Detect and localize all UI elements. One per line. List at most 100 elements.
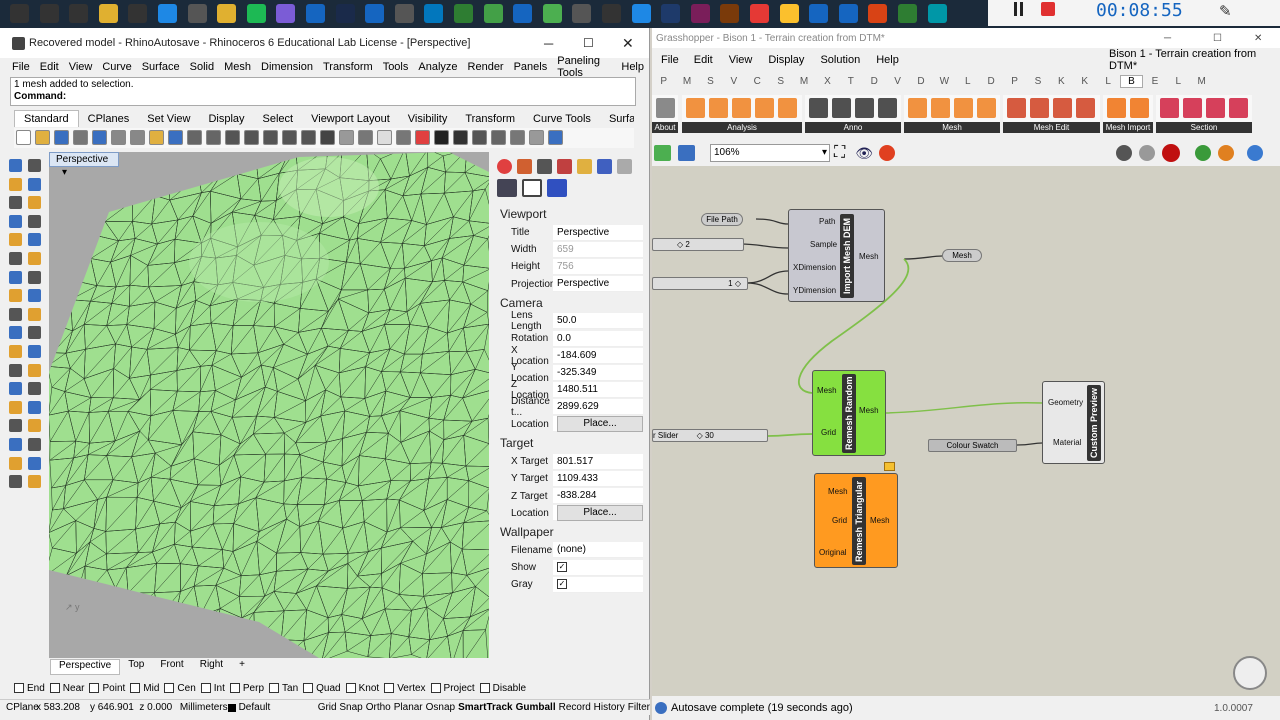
osnap-tan[interactable]: Tan [269,683,298,697]
prop-value[interactable]: 801.517 [553,453,643,470]
search-icon[interactable] [39,4,59,23]
tab-cplanes[interactable]: CPlanes [79,111,139,127]
folder-icon[interactable] [217,4,237,23]
gh-tab-5[interactable]: S [769,76,792,87]
number-slider-b[interactable]: 1 ◇ [652,277,748,290]
rectangle-icon[interactable] [28,214,41,228]
menu-view[interactable]: View [64,61,98,73]
osnap-project[interactable]: Project [430,683,475,697]
paste-icon[interactable] [149,130,164,145]
component-icon[interactable] [1030,98,1049,118]
gh-tab-12[interactable]: W [933,76,956,87]
menu-transform[interactable]: Transform [318,61,378,73]
tab-select[interactable]: Select [254,111,303,127]
app-icon-3[interactable] [513,4,533,23]
settings-icon[interactable] [394,4,414,23]
gh-tab-21[interactable]: E [1143,76,1166,87]
osnap-mid[interactable]: Mid [130,683,159,697]
fillet-icon[interactable] [28,326,41,340]
component-icon[interactable] [809,98,828,118]
ribbon-group-mesh[interactable]: Mesh [904,95,1000,133]
grasshopper-icon[interactable] [602,4,621,23]
app-icon-2[interactable] [483,4,503,23]
minimize-icon[interactable]: ─ [544,36,553,51]
gh-close-icon[interactable]: ✕ [1254,33,1262,44]
colour-swatch-param[interactable]: Colour Swatch [928,439,1017,452]
view-tab-right[interactable]: Right [192,659,231,675]
gh-canvas[interactable]: File Path ◇ 2 1 ◇ Path Sample XDimension… [652,166,1280,696]
selected-preview-icon[interactable] [1194,145,1211,161]
globe-icon[interactable] [1246,145,1263,161]
zoom-extents-icon[interactable] [263,130,278,145]
ribbon-group-mesh-import[interactable]: Mesh Import [1103,95,1153,133]
ribbon-group-analysis[interactable]: Analysis [682,95,802,133]
rotate-icon[interactable] [28,382,41,396]
powerpoint-icon[interactable] [868,4,888,23]
environment-icon[interactable] [491,130,506,145]
named-views-icon[interactable] [547,179,568,197]
properties-icon[interactable] [339,130,354,145]
object-icon[interactable] [537,159,553,174]
component-icon[interactable] [832,98,851,118]
component-icon[interactable] [732,98,751,118]
menu-paneling-tools[interactable]: Paneling Tools [552,55,616,79]
boolean-icon[interactable] [9,326,22,340]
stop-icon[interactable] [1041,2,1055,16]
print-icon[interactable] [73,130,88,145]
gh-tab-2[interactable]: S [699,76,722,87]
save-file-icon[interactable] [678,145,695,161]
folder-icon[interactable] [577,159,593,174]
gh-tab-10[interactable]: V [886,76,909,87]
component-icon[interactable] [686,98,705,118]
polygon-icon[interactable] [9,233,22,247]
perspective-viewport[interactable]: Perspective ▾ ↗ y [49,152,489,658]
place-button[interactable]: Place... [557,505,643,522]
add-view-tab-button[interactable]: + [231,659,253,675]
array-icon[interactable] [9,419,22,433]
osnap-near[interactable]: Near [49,683,84,697]
prop-value[interactable]: -184.609 [553,347,643,364]
tab-viewport-layout[interactable]: Viewport Layout [302,111,399,127]
ribbon-group-section[interactable]: Section [1156,95,1252,133]
ribbon-group-mesh-edit[interactable]: Mesh Edit [1003,95,1100,133]
icon-Q[interactable] [454,4,473,23]
mirror-icon[interactable] [28,400,41,414]
render-icon[interactable] [434,130,449,145]
component-icon[interactable] [954,98,973,118]
maximize-icon[interactable]: ☐ [583,36,594,50]
prop-value[interactable]: Perspective [553,224,643,241]
gh-menu-file[interactable]: File [652,54,686,66]
menu-surface[interactable]: Surface [137,61,185,73]
spotify-icon[interactable] [246,4,266,23]
menu-edit[interactable]: Edit [35,61,64,73]
gh-tab-7[interactable]: X [816,76,839,87]
material-icon[interactable] [517,159,533,174]
menu-tools[interactable]: Tools [378,61,414,73]
toggle-planar[interactable]: Planar [394,702,423,713]
line-icon[interactable] [9,177,22,191]
gh-tab-16[interactable]: S [1026,76,1049,87]
component-icon[interactable] [1229,98,1248,118]
view-tab-top[interactable]: Top [120,659,152,675]
prop-value[interactable]: (none) [553,542,643,559]
tab-display[interactable]: Display [199,111,253,127]
youtube-icon[interactable] [750,4,769,23]
sphere-icon[interactable] [453,130,468,145]
render-icon[interactable] [9,475,22,489]
wireframe-icon[interactable] [1138,145,1155,161]
prop-checkbox[interactable]: ✓ [553,559,643,576]
gh-tab-1[interactable]: M [675,76,698,87]
gh-tab-17[interactable]: K [1050,76,1073,87]
osnap-knot[interactable]: Knot [345,683,379,697]
gh-menu-display[interactable]: Display [760,54,812,66]
options-icon[interactable] [510,130,525,145]
indesign-icon[interactable] [690,4,710,23]
menu-render[interactable]: Render [463,61,509,73]
component-icon[interactable] [977,98,996,118]
start-icon[interactable] [10,4,29,23]
select-icon[interactable] [9,159,22,172]
import-mesh-dem-component[interactable]: Path Sample XDimension YDimension Import… [788,209,885,302]
component-icon[interactable] [778,98,797,118]
component-icon[interactable] [1130,98,1149,118]
zoom-extents-icon[interactable]: ⛶ [834,144,845,162]
